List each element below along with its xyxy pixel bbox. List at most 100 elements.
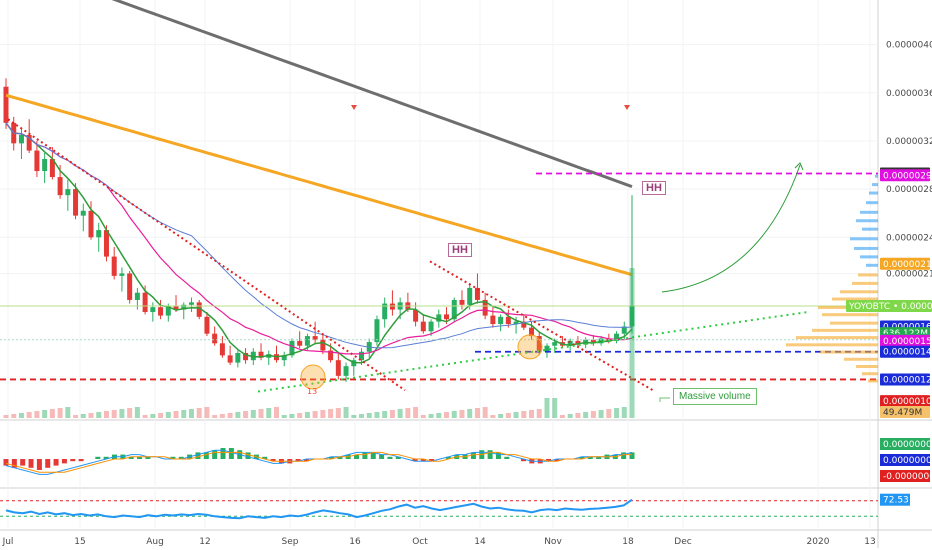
volume-bar: [629, 268, 635, 418]
candle-body: [444, 314, 450, 320]
rsi-pane[interactable]: [0, 498, 878, 520]
volume-bar: [359, 414, 365, 418]
macd-histogram-bar: [370, 452, 376, 459]
volume-bar: [328, 409, 334, 418]
volume-bar: [127, 408, 133, 418]
price-tick-label: 0.00000280: [886, 185, 932, 195]
macd-histogram-bar: [45, 459, 51, 468]
candle-body: [219, 343, 225, 356]
macd-pane[interactable]: [3, 448, 635, 475]
volume-bar: [459, 410, 465, 418]
candle-body: [42, 159, 48, 172]
candle-body: [420, 321, 426, 332]
candle-body: [204, 316, 210, 334]
volume-profile-bar: [868, 379, 878, 383]
volume-bar: [312, 411, 318, 418]
volume-profile-bar: [786, 343, 878, 347]
volume-bar: [212, 415, 218, 418]
price-tag-label: YOYOBTC • 0.00000183: [848, 302, 932, 312]
macd-histogram-bar: [487, 450, 493, 459]
volume-bar: [142, 415, 148, 418]
macd-histogram-bar: [621, 452, 627, 459]
volume-bar: [351, 415, 357, 418]
volume-bar: [428, 414, 434, 418]
candle-body: [304, 336, 310, 346]
volume-bar: [490, 415, 496, 418]
downtrend-line-2: [429, 260, 656, 393]
marker-triangle: [624, 105, 630, 110]
candle-body: [227, 355, 233, 363]
volume-bar: [243, 411, 249, 418]
candle-body: [65, 189, 71, 196]
volume-bar: [158, 413, 164, 418]
macd-histogram-bar: [504, 456, 510, 459]
price-tag-label: 0.00000154: [883, 337, 932, 347]
volume-bar: [11, 414, 17, 418]
volume-bar: [297, 413, 303, 418]
volume-bar: [235, 412, 241, 418]
volume-bar: [382, 411, 388, 418]
volume-bar: [88, 413, 94, 418]
candle-body: [498, 316, 504, 325]
volume-bar: [505, 413, 511, 418]
volume-bar: [227, 413, 233, 418]
volume-bar: [57, 408, 63, 418]
time-tick-label: 12: [199, 537, 210, 547]
ma-300-line: [111, 0, 633, 189]
macd-histogram-bar: [387, 456, 393, 459]
grid: [0, 0, 932, 548]
trading-chart[interactable]: 0.00000400 0.00000360 0.00000320 0.00000280…: [0, 0, 932, 550]
volume-bar: [482, 407, 488, 418]
macd-value-label: 0.00000002: [883, 456, 932, 466]
price-pane[interactable]: [0, 0, 878, 418]
volume-bar: [590, 411, 596, 418]
macd-histogram-bar: [203, 452, 209, 459]
volume-bar: [49, 409, 55, 418]
time-tick-label: 15: [74, 537, 85, 547]
candle-body: [73, 189, 79, 216]
volume-bar: [559, 415, 565, 418]
candle-body: [150, 307, 156, 312]
low-marker-circle: [300, 364, 326, 390]
candle-body: [235, 352, 241, 363]
price-tag-label: 0.00000292: [883, 171, 932, 181]
candle-body: [18, 134, 24, 144]
volume-bar: [444, 412, 450, 418]
volume-bar: [219, 414, 225, 418]
volume-profile-bar: [852, 281, 878, 285]
volume-bar: [405, 408, 411, 418]
time-tick-label: 14: [474, 537, 486, 547]
macd-histogram-bar: [629, 452, 635, 459]
macd-histogram-bar: [195, 452, 201, 459]
volume-profile-bar: [796, 336, 878, 340]
volume-bar: [320, 410, 326, 418]
volume-bar: [343, 407, 349, 418]
low-marker-circle: [517, 334, 543, 360]
volume-bar: [366, 413, 372, 418]
volume-bar: [134, 407, 140, 418]
volume-profile-bar: [860, 210, 878, 214]
volume-profile-bar: [875, 174, 878, 178]
volume-bar: [575, 413, 581, 418]
volume-profile-bar: [869, 191, 878, 195]
volume-profile-bar: [862, 372, 878, 376]
volume-bar: [583, 412, 589, 418]
candle-body: [188, 302, 194, 305]
volume-bar: [544, 398, 550, 418]
candle-body: [544, 345, 550, 352]
candle-body: [158, 307, 164, 316]
candle-body: [80, 210, 86, 216]
volume-profile-bar: [830, 321, 878, 325]
volume-bar: [266, 408, 272, 418]
volume-bar: [281, 415, 287, 418]
time-axis[interactable]: Jul 15 Aug 12 Sep 16 Oct 14 Nov 18 Dec 2020 13: [2, 537, 876, 547]
price-tag-label: 0.00000145: [883, 348, 932, 358]
candle-body: [297, 340, 303, 346]
volume-profile-bar: [840, 290, 878, 294]
macd-histogram-bar: [379, 454, 385, 459]
volume-bar: [614, 408, 620, 418]
volume-profile-bar: [822, 313, 878, 317]
volume-profile-bar: [866, 263, 878, 267]
volume-bar: [250, 410, 256, 418]
candle-body: [3, 86, 9, 123]
